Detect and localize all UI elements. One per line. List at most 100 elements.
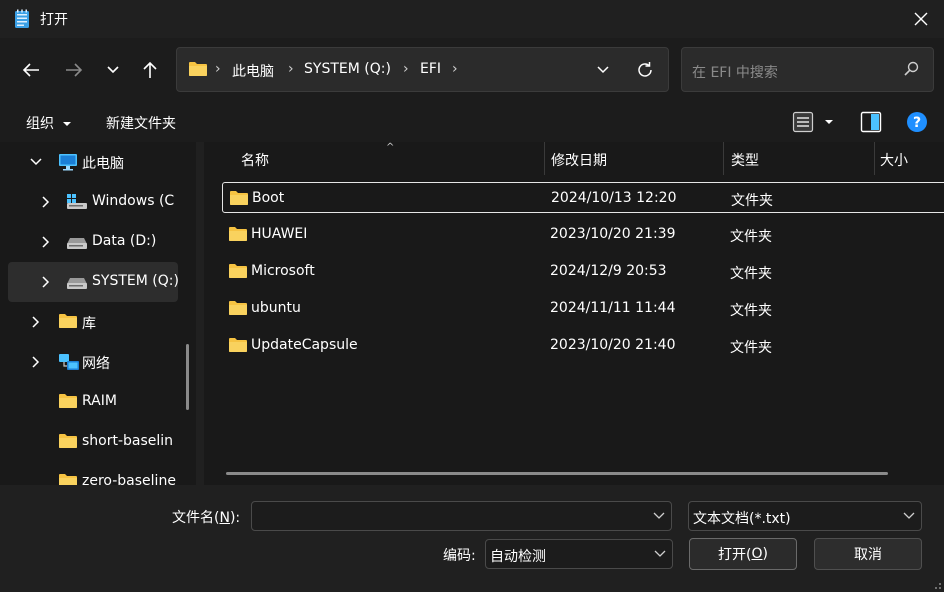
new-folder-button[interactable]: 新建文件夹 <box>106 113 176 133</box>
address-bar[interactable]: › 此电脑 › SYSTEM (Q:) › EFI › <box>176 47 669 92</box>
file-name: Microsoft <box>251 263 315 279</box>
help-button[interactable]: ? <box>906 111 928 133</box>
sidebar-item-label: 此电脑 <box>82 156 124 172</box>
encoding-select[interactable]: 自动检测 <box>485 539 673 569</box>
column-divider[interactable] <box>874 142 875 175</box>
sidebar-item-this-pc[interactable]: 此电脑 <box>8 142 178 182</box>
back-button[interactable] <box>15 54 47 86</box>
file-name: Boot <box>252 190 285 206</box>
search-box[interactable]: 在 EFI 中搜索 <box>681 47 934 92</box>
title-bar: 打开 <box>0 0 944 38</box>
help-icon: ? <box>907 112 927 132</box>
sidebar-item-system-drive[interactable]: SYSTEM (Q:) <box>8 262 179 302</box>
list-view-icon <box>792 111 814 133</box>
recent-locations-button[interactable] <box>97 54 129 86</box>
file-type: 文件夹 <box>730 266 772 282</box>
sidebar-item-libraries[interactable]: 库 <box>8 302 178 342</box>
chevron-down-icon <box>903 512 915 519</box>
encoding-label: 编码: <box>443 548 476 564</box>
open-button[interactable]: 打开(O) <box>689 538 797 570</box>
sidebar-item-network[interactable]: 网络 <box>8 342 178 382</box>
column-divider[interactable] <box>544 142 545 175</box>
file-name: HUAWEI <box>251 226 308 242</box>
preview-pane-button[interactable] <box>860 111 882 133</box>
sidebar-item-label: Windows (C <box>92 193 175 209</box>
column-divider[interactable] <box>723 142 724 175</box>
cancel-button[interactable]: 取消 <box>814 538 922 570</box>
file-type-select[interactable]: 文本文档(*.txt) <box>688 501 922 531</box>
file-modified: 2024/10/13 12:20 <box>551 190 677 206</box>
filename-label: 文件名(N): <box>172 510 241 526</box>
close-button[interactable] <box>898 0 944 38</box>
file-name: UpdateCapsule <box>251 337 358 353</box>
sidebar-item-data-drive[interactable]: Data (D:) <box>8 222 178 262</box>
sidebar-item-raim[interactable]: RAIM <box>8 382 178 422</box>
folder-icon <box>189 62 207 76</box>
folder-icon <box>59 314 77 328</box>
close-icon <box>914 12 928 26</box>
file-type: 文件夹 <box>730 229 772 245</box>
folder-icon <box>229 338 247 352</box>
file-name: ubuntu <box>251 300 301 316</box>
view-options-button[interactable] <box>792 111 834 133</box>
folder-icon <box>59 434 77 448</box>
chevron-right-icon[interactable] <box>28 314 44 330</box>
file-type: 文件夹 <box>730 303 772 319</box>
arrow-up-icon <box>143 61 157 78</box>
file-row[interactable]: Microsoft 2024/12/9 20:53 文件夹 <box>222 256 944 287</box>
sidebar-item-label: 库 <box>82 316 96 332</box>
chevron-right-icon[interactable] <box>38 234 54 250</box>
dialog-footer: 文件名(N): 文本文档(*.txt) 编码: 自动检测 打开(O) 取消 <box>0 485 944 592</box>
resize-grip-icon[interactable] <box>932 580 942 590</box>
file-row[interactable]: HUAWEI 2023/10/20 21:39 文件夹 <box>222 219 944 250</box>
column-header-size[interactable]: 大小 <box>880 150 908 170</box>
drive-icon <box>67 238 87 249</box>
chevron-right-icon[interactable] <box>28 354 44 370</box>
sort-ascending-icon: ^ <box>386 142 395 153</box>
organize-button[interactable]: 组织 <box>26 113 72 133</box>
sidebar-item-zero-baseline[interactable]: zero-baseline <box>8 462 178 485</box>
column-header-modified[interactable]: 修改日期 <box>551 150 607 170</box>
up-button[interactable] <box>134 54 166 86</box>
file-type-value: 文本文档(*.txt) <box>693 511 791 527</box>
column-header-name[interactable]: 名称 <box>241 150 269 170</box>
file-row[interactable]: ubuntu 2024/11/11 11:44 文件夹 <box>222 293 944 324</box>
address-history-button[interactable] <box>591 58 615 82</box>
search-input[interactable]: 在 EFI 中搜索 <box>692 62 778 82</box>
file-list: ^ 名称 修改日期 类型 大小 Boot 2024/10/13 12:20 文件… <box>204 142 944 485</box>
file-row[interactable]: UpdateCapsule 2023/10/20 21:40 文件夹 <box>222 330 944 361</box>
file-type: 文件夹 <box>730 340 772 356</box>
folder-icon <box>229 301 247 315</box>
breadcrumb-efi[interactable]: EFI <box>420 61 441 77</box>
file-modified: 2023/10/20 21:39 <box>550 226 676 242</box>
file-row[interactable]: Boot 2024/10/13 12:20 文件夹 <box>222 182 944 213</box>
file-modified: 2024/12/9 20:53 <box>550 263 667 279</box>
column-header-type[interactable]: 类型 <box>731 150 759 170</box>
breadcrumb-this-pc[interactable]: 此电脑 <box>232 61 274 81</box>
svg-text:?: ? <box>913 115 921 131</box>
horizontal-scrollbar[interactable] <box>226 472 888 475</box>
breadcrumb-system-drive[interactable]: SYSTEM (Q:) <box>304 61 391 77</box>
chevron-right-icon[interactable] <box>38 194 54 210</box>
navigation-bar: › 此电脑 › SYSTEM (Q:) › EFI › 在 EFI 中搜索 <box>0 38 944 102</box>
chevron-right-icon[interactable] <box>38 274 54 290</box>
sidebar-scrollbar[interactable] <box>186 344 189 410</box>
drive-icon <box>67 278 87 289</box>
sidebar-item-windows-drive[interactable]: Windows (C <box>8 182 178 222</box>
file-modified: 2023/10/20 21:40 <box>550 337 676 353</box>
file-type: 文件夹 <box>731 193 773 209</box>
refresh-button[interactable] <box>633 58 657 82</box>
breadcrumb-separator: › <box>288 61 294 77</box>
filename-field[interactable] <box>251 501 672 531</box>
arrow-left-icon <box>22 63 39 77</box>
windows-drive-icon <box>67 194 87 209</box>
sidebar-item-short-baseline[interactable]: short-baselin <box>8 422 178 462</box>
sidebar-item-label: zero-baseline <box>82 473 176 485</box>
folder-icon <box>229 227 247 241</box>
chevron-down-icon[interactable] <box>28 154 44 170</box>
sidebar-item-label: 网络 <box>82 356 110 372</box>
search-icon <box>904 61 919 76</box>
forward-button[interactable] <box>58 54 90 86</box>
chevron-down-icon <box>653 512 665 519</box>
arrow-right-icon <box>66 63 83 77</box>
